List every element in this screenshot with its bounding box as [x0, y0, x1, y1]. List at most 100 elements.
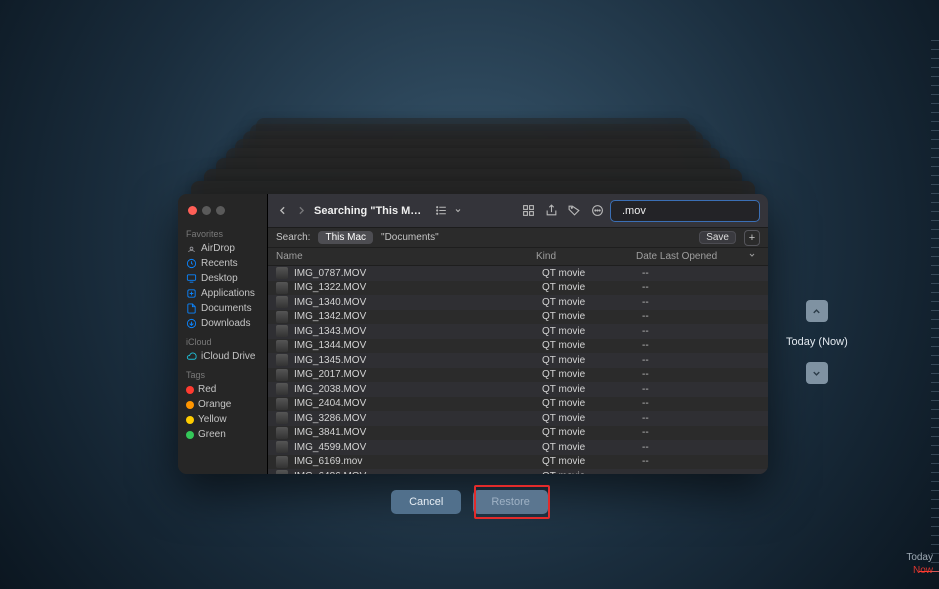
sidebar-item-airdrop[interactable]: AirDrop	[184, 241, 261, 256]
column-headers[interactable]: Name Kind Date Last Opened	[268, 248, 768, 266]
file-date: --	[642, 398, 760, 409]
sidebar-item-desktop[interactable]: Desktop	[184, 271, 261, 286]
group-icon[interactable]	[522, 204, 535, 217]
file-thumb-icon	[276, 398, 288, 410]
col-name[interactable]: Name	[276, 251, 536, 262]
file-kind: QT movie	[542, 471, 642, 474]
table-row[interactable]: IMG_3286.MOVQT movie--	[268, 411, 768, 426]
table-row[interactable]: IMG_1343.MOVQT movie--	[268, 324, 768, 339]
cancel-button[interactable]: Cancel	[391, 490, 461, 514]
sidebar-tag-orange[interactable]: Orange	[184, 397, 261, 412]
add-criteria-button[interactable]: +	[744, 230, 760, 246]
sidebar: Favorites AirDrop Recents Desktop Applicati…	[178, 194, 268, 474]
file-thumb-icon	[276, 354, 288, 366]
file-name: IMG_6169.mov	[294, 456, 542, 467]
sidebar-tag-yellow[interactable]: Yellow	[184, 412, 261, 427]
file-name: IMG_1342.MOV	[294, 311, 542, 322]
sidebar-item-label: Red	[198, 384, 216, 395]
file-date: --	[642, 456, 760, 467]
sidebar-section-tags: Tags	[186, 370, 261, 380]
chevron-down-icon[interactable]	[454, 204, 462, 217]
file-kind: QT movie	[542, 297, 642, 308]
col-date[interactable]: Date Last Opened	[636, 251, 760, 262]
file-kind: QT movie	[542, 311, 642, 322]
search-scope-bar: Search: This Mac "Documents" Save +	[268, 228, 768, 248]
file-date: --	[642, 369, 760, 380]
table-row[interactable]: IMG_2017.MOVQT movie--	[268, 368, 768, 383]
sidebar-item-label: Recents	[201, 258, 238, 269]
sidebar-item-label: Orange	[198, 399, 231, 410]
file-name: IMG_1344.MOV	[294, 340, 542, 351]
table-row[interactable]: IMG_1322.MOVQT movie--	[268, 281, 768, 296]
chevron-down-icon	[748, 251, 756, 262]
table-row[interactable]: IMG_6486.MOVQT movie--	[268, 469, 768, 474]
table-row[interactable]: IMG_4599.MOVQT movie--	[268, 440, 768, 455]
file-kind: QT movie	[542, 369, 642, 380]
file-thumb-icon	[276, 441, 288, 453]
sidebar-item-applications[interactable]: Applications	[184, 286, 261, 301]
sidebar-item-downloads[interactable]: Downloads	[184, 316, 261, 331]
table-row[interactable]: IMG_1344.MOVQT movie--	[268, 339, 768, 354]
file-name: IMG_6486.MOV	[294, 471, 542, 474]
timeline-current-label: Today (Now)	[786, 336, 848, 348]
file-thumb-icon	[276, 282, 288, 294]
finder-window: Favorites AirDrop Recents Desktop Applicati…	[178, 194, 768, 474]
file-thumb-icon	[276, 325, 288, 337]
table-row[interactable]: IMG_1340.MOVQT movie--	[268, 295, 768, 310]
col-date-label: Date Last Opened	[636, 251, 717, 262]
search-input[interactable]	[622, 205, 764, 217]
file-thumb-icon	[276, 267, 288, 279]
table-row[interactable]: IMG_2404.MOVQT movie--	[268, 397, 768, 412]
sidebar-item-label: Applications	[201, 288, 255, 299]
scope-this-mac[interactable]: This Mac	[318, 231, 373, 244]
col-kind[interactable]: Kind	[536, 251, 636, 262]
scope-documents[interactable]: "Documents"	[381, 232, 439, 243]
tag-dot-icon	[186, 386, 194, 394]
action-icon[interactable]	[591, 204, 604, 217]
forward-button[interactable]	[295, 204, 308, 217]
page-title: Searching "This M…	[314, 205, 421, 217]
close-dot[interactable]	[188, 206, 197, 215]
file-rows[interactable]: IMG_0787.MOVQT movie--IMG_1322.MOVQT mov…	[268, 266, 768, 474]
table-row[interactable]: IMG_0787.MOVQT movie--	[268, 266, 768, 281]
timeline-now-label: Now	[913, 565, 933, 576]
table-row[interactable]: IMG_1342.MOVQT movie--	[268, 310, 768, 325]
sidebar-tags-list: Red Orange Yellow Green	[184, 382, 261, 442]
save-search-button[interactable]: Save	[699, 231, 736, 244]
traffic-lights[interactable]	[184, 202, 261, 223]
table-row[interactable]: IMG_2038.MOVQT movie--	[268, 382, 768, 397]
file-name: IMG_3286.MOV	[294, 413, 542, 424]
file-date: --	[642, 311, 760, 322]
tag-icon[interactable]	[568, 204, 581, 217]
highlight-annotation	[474, 485, 550, 519]
search-field[interactable]: ✕	[610, 200, 760, 222]
back-button[interactable]	[276, 204, 289, 217]
view-list-icon[interactable]	[435, 204, 448, 217]
sidebar-item-label: iCloud Drive	[201, 351, 255, 362]
sidebar-item-recents[interactable]: Recents	[184, 256, 261, 271]
tag-dot-icon	[186, 401, 194, 409]
file-thumb-icon	[276, 412, 288, 424]
down-icon	[186, 318, 197, 329]
sidebar-item-icloud-drive[interactable]: iCloud Drive	[184, 349, 261, 364]
table-row[interactable]: IMG_1345.MOVQT movie--	[268, 353, 768, 368]
doc-icon	[186, 303, 197, 314]
sidebar-item-label: Green	[198, 429, 226, 440]
sidebar-tag-green[interactable]: Green	[184, 427, 261, 442]
sidebar-tag-red[interactable]: Red	[184, 382, 261, 397]
share-icon[interactable]	[545, 204, 558, 217]
table-row[interactable]: IMG_3841.MOVQT movie--	[268, 426, 768, 441]
file-name: IMG_4599.MOV	[294, 442, 542, 453]
timeline-up-button[interactable]	[806, 300, 828, 322]
max-dot[interactable]	[216, 206, 225, 215]
sidebar-section-favorites: Favorites	[186, 229, 261, 239]
tag-dot-icon	[186, 431, 194, 439]
file-date: --	[642, 268, 760, 279]
timeline-down-button[interactable]	[806, 362, 828, 384]
file-kind: QT movie	[542, 413, 642, 424]
table-row[interactable]: IMG_6169.movQT movie--	[268, 455, 768, 470]
sidebar-item-documents[interactable]: Documents	[184, 301, 261, 316]
min-dot[interactable]	[202, 206, 211, 215]
sidebar-section-icloud: iCloud	[186, 337, 261, 347]
file-kind: QT movie	[542, 340, 642, 351]
